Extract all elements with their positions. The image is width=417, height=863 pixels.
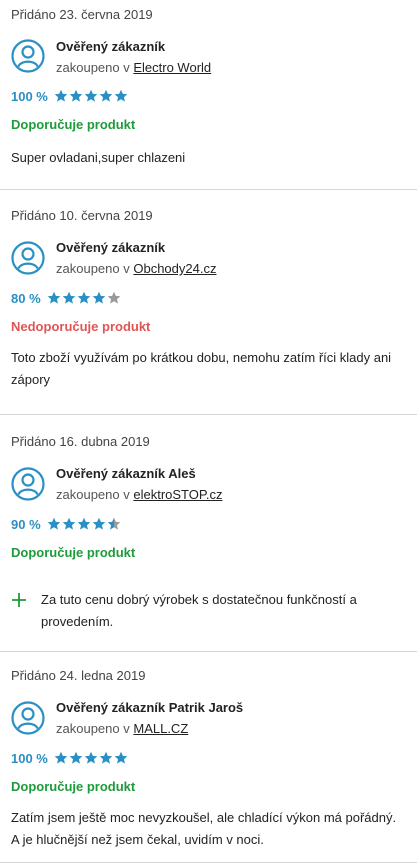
star-filled-icon — [114, 751, 128, 764]
review-card: Přidáno 23. června 2019 Ověřený zákazník… — [0, 0, 417, 190]
star-half-icon — [107, 517, 120, 530]
pro-item: Za tuto cenu dobrý výrobek s dostatečnou… — [11, 589, 406, 633]
star-filled-icon — [99, 89, 113, 102]
star-filled-icon — [84, 89, 98, 102]
purchase-info: zakoupeno v Obchody24.cz — [56, 261, 216, 276]
purchase-prefix: zakoupeno v — [56, 721, 130, 736]
star-rating — [54, 751, 128, 765]
user-avatar-icon — [11, 39, 45, 73]
user-avatar-icon — [11, 701, 45, 735]
review-date: Přidáno 10. června 2019 — [11, 208, 153, 223]
purchase-info: zakoupeno v Electro World — [56, 60, 211, 75]
purchase-prefix: zakoupeno v — [56, 60, 130, 75]
star-filled-icon — [47, 517, 60, 530]
star-filled-icon — [54, 751, 68, 764]
rating-percent: 100 % — [11, 750, 48, 766]
user-avatar-icon — [11, 241, 45, 275]
star-filled-icon — [69, 751, 83, 764]
shop-link[interactable]: Electro World — [133, 60, 211, 75]
review-text: Super ovladani,super chlazeni — [11, 150, 186, 165]
star-filled-icon — [77, 517, 90, 530]
recommendation: Doporučuje produkt — [11, 545, 136, 560]
review-card: Přidáno 10. června 2019 Ověřený zákazník… — [0, 190, 417, 415]
star-filled-icon — [62, 291, 75, 304]
reviewer-name: Ověřený zákazník Aleš — [56, 466, 196, 481]
review-text: Toto zboží využívám po krátkou dobu, nem… — [11, 350, 392, 387]
review-date: Přidáno 16. dubna 2019 — [11, 434, 150, 449]
star-filled-icon — [54, 89, 68, 102]
purchase-prefix: zakoupeno v — [56, 261, 130, 276]
star-filled-icon — [84, 751, 98, 764]
rating: 90 % — [11, 516, 121, 532]
recommendation: Doporučuje produkt — [11, 779, 136, 794]
star-filled-icon — [99, 751, 113, 764]
rating-percent: 90 % — [11, 516, 41, 532]
shop-link[interactable]: Obchody24.cz — [133, 261, 216, 276]
rating: 80 % — [11, 290, 121, 306]
review-date: Přidáno 23. června 2019 — [11, 7, 153, 22]
pro-text: Za tuto cenu dobrý výrobek s dostatečnou… — [41, 592, 357, 629]
user-avatar-icon — [11, 467, 45, 501]
purchase-prefix: zakoupeno v — [56, 487, 130, 502]
review-card: Přidáno 24. ledna 2019 Ověřený zákazník … — [0, 652, 417, 863]
review-date: Přidáno 24. ledna 2019 — [11, 668, 146, 683]
star-filled-icon — [114, 89, 128, 102]
reviewer-name: Ověřený zákazník — [56, 240, 166, 255]
rating-percent: 100 % — [11, 88, 48, 104]
rating: 100 % — [11, 88, 128, 104]
star-rating — [47, 291, 121, 305]
shop-link[interactable]: elektroSTOP.cz — [133, 487, 222, 502]
shop-link[interactable]: MALL.CZ — [133, 721, 188, 736]
reviewer-name: Ověřený zákazník Patrik Jaroš — [56, 700, 244, 715]
star-filled-icon — [47, 291, 60, 304]
rating-percent: 80 % — [11, 290, 41, 306]
rating: 100 % — [11, 750, 128, 766]
reviewer-name: Ověřený zákazník — [56, 39, 166, 54]
star-filled-icon — [62, 517, 75, 530]
purchase-info: zakoupeno v MALL.CZ — [56, 721, 188, 736]
star-rating — [47, 517, 121, 531]
star-rating — [54, 89, 128, 103]
plus-icon — [12, 593, 26, 607]
review-card: Přidáno 16. dubna 2019 Ověřený zákazník … — [0, 415, 417, 652]
star-filled-icon — [92, 517, 105, 530]
star-filled-icon — [92, 291, 105, 304]
star-filled-icon — [69, 89, 83, 102]
star-filled-icon — [77, 291, 90, 304]
recommendation: Nedoporučuje produkt — [11, 319, 151, 334]
recommendation: Doporučuje produkt — [11, 117, 136, 132]
purchase-info: zakoupeno v elektroSTOP.cz — [56, 487, 222, 502]
review-text: Zatím jsem ještě moc nevyzkoušel, ale ch… — [11, 810, 397, 847]
star-empty-icon — [107, 291, 120, 304]
